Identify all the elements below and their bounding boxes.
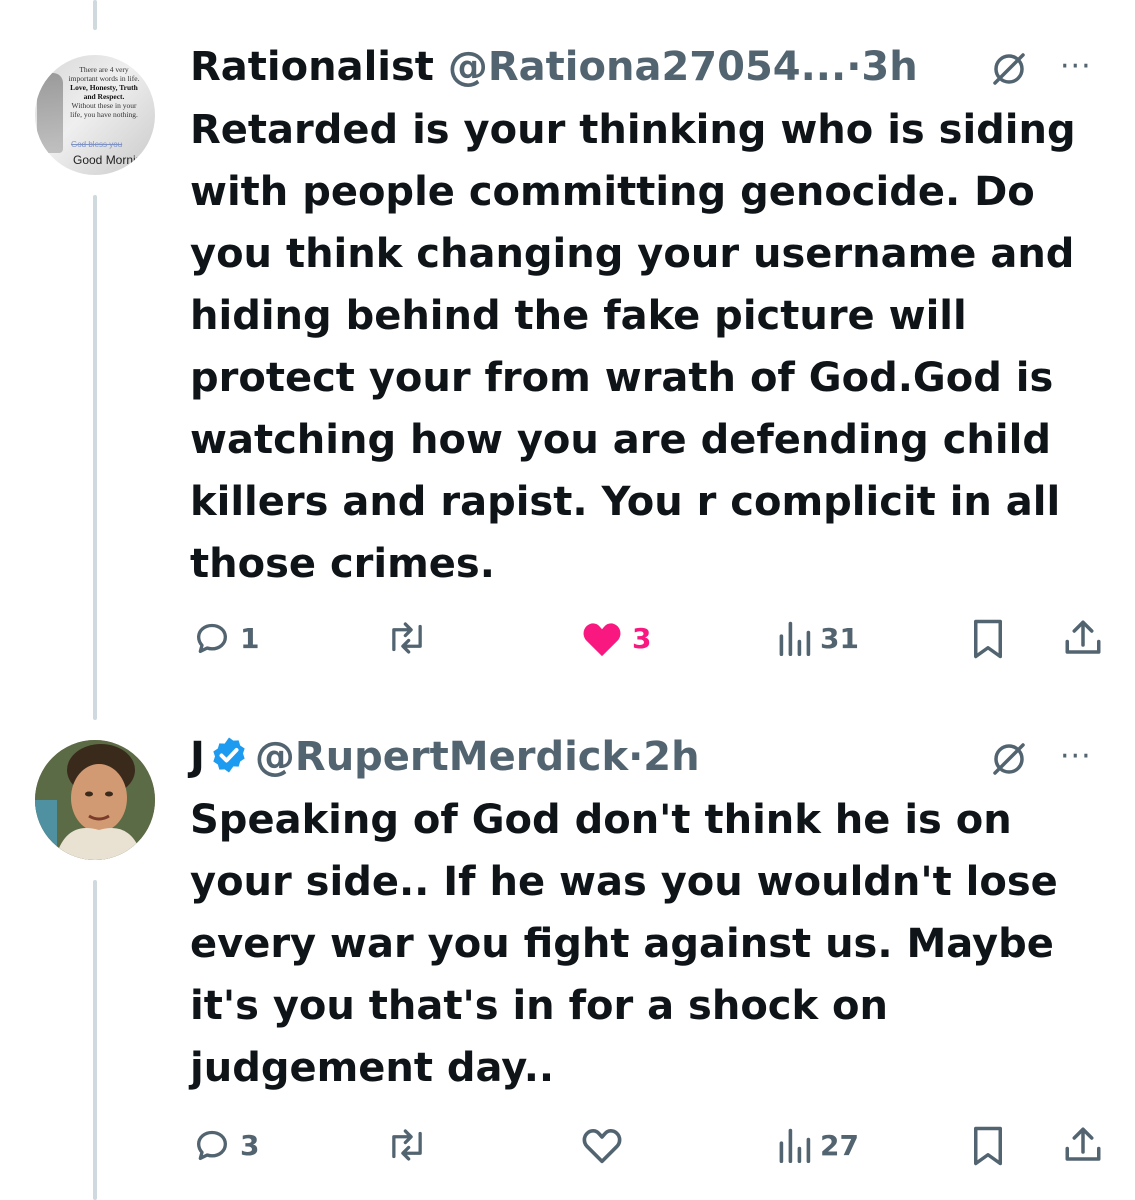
share-button[interactable]: [1062, 1124, 1104, 1166]
avatar-rupert[interactable]: [35, 740, 155, 860]
repost-button[interactable]: [384, 618, 430, 658]
separator-dot: ·: [846, 44, 862, 90]
bookmark-icon: [974, 619, 1002, 659]
thread-line-top: [93, 0, 97, 30]
avatar-face-image: [35, 740, 155, 860]
verified-icon: [213, 737, 245, 773]
share-icon: [1065, 1127, 1101, 1161]
grok-icon[interactable]: [990, 740, 1028, 778]
display-name[interactable]: J: [190, 734, 205, 780]
like-count: 3: [632, 621, 652, 655]
tweet-header: Rationalist @Rationa27054...·3h: [190, 42, 918, 92]
views-button[interactable]: 31: [776, 618, 859, 658]
views-icon: [779, 1128, 811, 1163]
avatar-greeting-text: Good Mornir: [73, 153, 140, 167]
separator-dot: ·: [628, 734, 644, 780]
timestamp[interactable]: 2h: [643, 734, 699, 780]
bookmark-button[interactable]: [970, 1125, 1006, 1167]
repost-button[interactable]: [384, 1125, 430, 1165]
bookmark-button[interactable]: [970, 618, 1006, 660]
reply-count: 3: [240, 1128, 260, 1162]
avatar-figure-image: [37, 73, 63, 153]
tweet-text: Speaking of God don't think he is on you…: [190, 797, 1058, 1091]
views-count: 31: [820, 621, 859, 655]
reply-button[interactable]: 1: [192, 618, 259, 658]
avatar-rationalist[interactable]: There are 4 very important words in life…: [35, 55, 155, 175]
reply-button[interactable]: 3: [192, 1125, 259, 1165]
more-icon[interactable]: ···: [1060, 52, 1092, 82]
share-button[interactable]: [1062, 617, 1104, 659]
reply-icon: [197, 1130, 227, 1160]
reply-icon: [197, 623, 227, 653]
views-icon: [779, 621, 811, 656]
avatar-god-bless-text: God bless you: [71, 140, 123, 149]
display-name[interactable]: Rationalist: [190, 44, 434, 90]
heart-icon: [583, 623, 621, 657]
tweet-text: Retarded is your thinking who is siding …: [190, 107, 1076, 587]
like-button[interactable]: 3: [580, 618, 651, 658]
repost-icon: [392, 1129, 422, 1161]
user-handle[interactable]: @Rationa27054...: [448, 44, 846, 90]
tweet-header: J @RupertMerdick·2h: [190, 732, 700, 782]
repost-icon: [392, 622, 422, 654]
bookmark-icon: [974, 1126, 1002, 1166]
like-button[interactable]: [580, 1125, 624, 1165]
reply-count: 1: [240, 621, 260, 655]
share-icon: [1065, 620, 1101, 654]
views-button[interactable]: 27: [776, 1125, 859, 1165]
more-icon[interactable]: ···: [1060, 742, 1092, 772]
thread-line-middle: [93, 195, 97, 720]
thread-line-bottom: [93, 880, 97, 1200]
views-count: 27: [820, 1128, 859, 1162]
heart-icon: [582, 1129, 622, 1164]
grok-icon[interactable]: [990, 50, 1028, 88]
avatar-quote-text: There are 4 very important words in life…: [68, 65, 140, 119]
user-handle[interactable]: @RupertMerdick: [255, 734, 628, 780]
timestamp[interactable]: 3h: [861, 44, 917, 90]
